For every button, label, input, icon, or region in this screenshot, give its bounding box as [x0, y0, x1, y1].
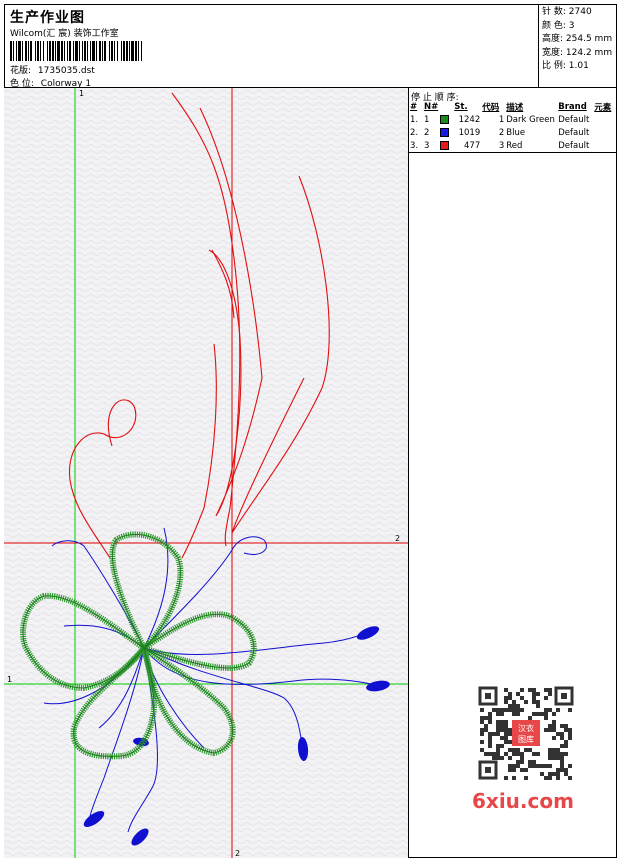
qr-logo-text-bottom: 图库	[518, 734, 534, 744]
company-name: Wilcom(汇 宸) 装饰工作室	[10, 29, 119, 39]
table-row: 2. 2 1019 2 Blue Default	[410, 127, 590, 138]
design-value: 1735035.dst	[37, 66, 95, 76]
design-label: 花版:	[10, 66, 32, 76]
guide-label-v1: 1	[79, 89, 84, 98]
color-table: # N# St. 代码 描述 Brand 元素 1. 1 1242 1 Dark…	[409, 100, 617, 153]
stat-scale: 比 例: 1.01	[542, 61, 589, 71]
design-canvas: 1 2 1 2	[4, 88, 409, 858]
guide-label-v2: 2	[235, 849, 240, 858]
color-swatch-green	[440, 114, 450, 124]
stats-box: 针 数: 2740 颜 色: 3 高度: 254.5 mm 宽度: 124.2 …	[538, 4, 617, 88]
page-title: 生产作业图	[10, 10, 85, 26]
table-row: 3. 3 477 3 Red Default	[409, 139, 617, 153]
guide-label-h1: 1	[7, 675, 12, 684]
barcode	[10, 41, 142, 61]
col-brand: Brand	[558, 101, 587, 112]
guide-label-h2: 2	[395, 534, 400, 543]
col-n: N#	[424, 101, 439, 112]
header: 生产作业图 Wilcom(汇 宸) 装饰工作室 花版: 1735035.dst …	[4, 4, 617, 89]
color-table-header: # N# St. 代码 描述 Brand 元素	[409, 100, 617, 113]
stat-height: 高度: 254.5 mm	[542, 34, 613, 44]
col-stitches: St.	[454, 101, 468, 112]
stat-stitches: 针 数: 2740	[542, 7, 592, 17]
stat-colors: 颜 色: 3	[542, 20, 575, 31]
col-desc: 描述	[506, 102, 524, 113]
qr-logo-text-top: 汉衣	[518, 723, 534, 733]
watermark-site: 6xiu.com	[472, 789, 574, 813]
qr-code-watermark: 汉衣 图库	[470, 682, 582, 784]
design-row: 花版: 1735035.dst	[10, 63, 95, 76]
table-row: 1. 1 1242 1 Dark Green Default	[410, 114, 590, 125]
col-code: 代码	[482, 102, 500, 113]
col-swatch	[439, 100, 453, 113]
color-swatch-red	[440, 140, 450, 150]
col-element: 元素	[594, 102, 612, 113]
color-swatch-blue	[440, 127, 450, 137]
embroidery-preview: 1 2 1 2	[4, 88, 408, 858]
stat-width: 宽度: 124.2 mm	[542, 47, 613, 58]
col-hash: #	[410, 101, 418, 112]
